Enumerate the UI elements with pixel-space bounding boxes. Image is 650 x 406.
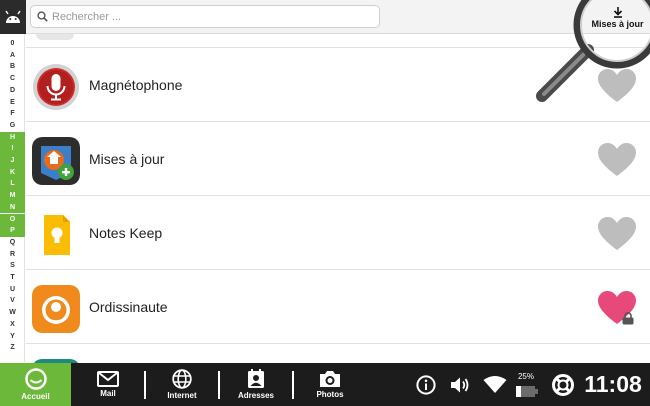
search-icon xyxy=(37,11,48,22)
mail-icon xyxy=(97,371,119,387)
alphabet-letter-i[interactable]: I xyxy=(0,143,25,155)
globe-icon xyxy=(172,369,192,389)
top-bar: Mises à jour xyxy=(0,0,650,34)
battery-indicator: 25% xyxy=(515,363,539,406)
alphabet-letter-l[interactable]: L xyxy=(0,178,25,191)
ordissinaute-icon[interactable] xyxy=(32,285,80,333)
lifebuoy-icon xyxy=(552,373,574,396)
alphabet-letter-k[interactable]: K xyxy=(0,166,25,179)
home-icon xyxy=(24,368,47,390)
clock: 11:08 xyxy=(579,363,647,406)
bottom-navigation-bar: Accueil Mail Internet Adresses Photos 25… xyxy=(0,363,650,406)
alphabet-letter-a[interactable]: A xyxy=(0,50,25,62)
list-item[interactable]: Mises à jour xyxy=(26,123,650,196)
battery-percentage: 25% xyxy=(517,372,534,381)
alphabet-letter-h[interactable]: H xyxy=(0,131,25,144)
alphabet-letter-m[interactable]: M xyxy=(0,190,25,202)
info-button[interactable] xyxy=(414,363,438,406)
alphabet-letter-b[interactable]: B xyxy=(0,61,25,73)
nav-photos-button[interactable]: Photos xyxy=(294,363,366,406)
alphabet-letter-p[interactable]: P xyxy=(0,225,25,237)
alphabet-letter-d[interactable]: D xyxy=(0,85,25,97)
alphabet-letter-n[interactable]: N xyxy=(0,201,25,214)
nav-contacts-label: Adresses xyxy=(237,391,275,400)
alphabet-letter-e[interactable]: E xyxy=(0,97,25,109)
alphabet-letter-f[interactable]: F xyxy=(0,108,25,120)
alphabet-index: 0ABCDEFGHIJKLMNOPQRSTUVWXYZ xyxy=(0,34,25,362)
alphabet-letter-x[interactable]: X xyxy=(0,319,25,331)
favorite-heart-icon[interactable] xyxy=(598,217,636,251)
list-item-partial[interactable] xyxy=(26,345,650,363)
app-name: Notes Keep xyxy=(89,225,163,241)
list-item[interactable]: Magnétophone xyxy=(26,49,650,122)
list-item[interactable]: Notes Keep xyxy=(26,197,650,270)
alphabet-letter-o[interactable]: O xyxy=(0,213,25,226)
contacts-icon xyxy=(248,369,264,388)
favorite-heart-icon[interactable] xyxy=(598,69,636,103)
updates-button[interactable]: Mises à jour xyxy=(585,0,650,34)
alphabet-letter-w[interactable]: W xyxy=(0,307,25,319)
microphone-icon[interactable] xyxy=(32,63,80,111)
nav-photos-label: Photos xyxy=(316,390,344,399)
alphabet-letter-g[interactable]: G xyxy=(0,120,25,132)
nav-contacts-button[interactable]: Adresses xyxy=(220,363,292,406)
wifi-icon xyxy=(483,375,507,393)
app-name: Magnétophone xyxy=(89,77,183,93)
volume-button[interactable] xyxy=(448,363,472,406)
wifi-indicator[interactable] xyxy=(481,363,509,406)
alphabet-letter-t[interactable]: T xyxy=(0,272,25,284)
clock-time: 11:08 xyxy=(584,371,642,397)
alphabet-letter-s[interactable]: S xyxy=(0,260,25,272)
alphabet-letter-z[interactable]: Z xyxy=(0,342,25,354)
alphabet-letter-y[interactable]: Y xyxy=(0,331,25,343)
alphabet-letter-u[interactable]: U xyxy=(0,284,25,296)
nav-mail-label: Mail xyxy=(100,389,116,398)
app-name: Ordissinaute xyxy=(89,299,168,315)
app-list: Magnétophone Mises à jour Notes Keep Ord… xyxy=(26,34,650,363)
nav-home-label: Accueil xyxy=(21,392,50,401)
info-icon xyxy=(416,374,436,395)
nav-internet-button[interactable]: Internet xyxy=(146,363,218,406)
lock-icon xyxy=(622,312,634,325)
volume-icon xyxy=(451,377,469,392)
nav-mail-button[interactable]: Mail xyxy=(72,363,144,406)
search-input[interactable] xyxy=(52,10,372,23)
android-logo-icon[interactable] xyxy=(0,0,26,34)
search-box[interactable] xyxy=(30,5,380,28)
app-name: Mises à jour xyxy=(89,151,165,167)
battery-icon xyxy=(516,385,538,397)
nav-internet-label: Internet xyxy=(167,391,197,400)
keep-notes-icon[interactable] xyxy=(32,211,80,259)
alphabet-letter-v[interactable]: V xyxy=(0,295,25,307)
list-item-partial[interactable] xyxy=(26,34,650,48)
updates-label: Mises à jour xyxy=(591,18,644,29)
alphabet-letter-c[interactable]: C xyxy=(0,73,25,85)
updates-app-icon[interactable] xyxy=(32,137,80,185)
alphabet-letter-r[interactable]: R xyxy=(0,249,25,261)
nav-home-button[interactable]: Accueil xyxy=(0,363,71,406)
partial-app-icon xyxy=(36,34,74,40)
help-button[interactable] xyxy=(550,363,576,406)
camera-icon xyxy=(320,371,340,387)
alphabet-letter-j[interactable]: J xyxy=(0,155,25,167)
list-item[interactable]: Ordissinaute xyxy=(26,271,650,344)
alphabet-letter-q[interactable]: Q xyxy=(0,237,25,249)
favorite-heart-icon[interactable] xyxy=(598,143,636,177)
download-icon xyxy=(613,6,622,18)
alphabet-letter-0[interactable]: 0 xyxy=(0,38,25,50)
